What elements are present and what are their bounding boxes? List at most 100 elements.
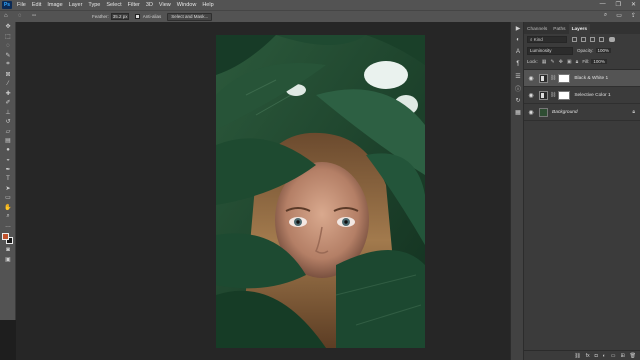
document-image[interactable] [216, 35, 425, 348]
tab-channels[interactable]: Channels [524, 24, 550, 34]
new-adjustment-layer-icon[interactable]: ◐ [603, 353, 606, 359]
link-chain-icon[interactable]: ⛓ [550, 92, 556, 98]
layer-name[interactable]: Background [552, 110, 578, 115]
layer-mask-thumbnail[interactable] [558, 73, 571, 83]
pixel-filter-icon[interactable] [572, 37, 577, 42]
link-layers-icon[interactable]: ⛓ [574, 353, 580, 359]
add-mask-icon[interactable]: ◘ [595, 353, 598, 359]
frame-tool-icon[interactable]: ⊠ [0, 70, 16, 80]
history-icon[interactable]: ↻ [511, 94, 525, 106]
link-chain-icon[interactable]: ⛓ [550, 75, 556, 81]
gradient-tool-icon[interactable]: ▤ [0, 136, 16, 146]
color-swatches[interactable] [0, 231, 16, 245]
tab-paths[interactable]: Paths [550, 24, 568, 34]
background-layer-thumbnail[interactable] [539, 107, 548, 117]
search-icon[interactable]: ⌕ [604, 12, 607, 19]
menu-edit[interactable]: Edit [29, 2, 44, 8]
feather-input[interactable]: 35.2 px [110, 13, 129, 20]
foreground-color-swatch[interactable] [2, 233, 9, 240]
restore-icon[interactable]: ❐ [616, 1, 621, 8]
info-icon[interactable]: ⓘ [511, 82, 525, 94]
pen-tool-icon[interactable]: ✒ [0, 165, 16, 175]
menu-view[interactable]: View [156, 2, 174, 8]
eraser-tool-icon[interactable]: ▱ [0, 127, 16, 137]
fx-icon[interactable]: fx [586, 353, 590, 359]
rectangle-tool-icon[interactable]: ▭ [0, 193, 16, 203]
paragraph-icon[interactable]: ¶ [511, 58, 525, 70]
quick-mask-icon[interactable]: ◙ [0, 245, 16, 255]
layer-row[interactable]: ◉ ⛓ Black & White 1 [524, 70, 640, 87]
lock-artboard-icon[interactable]: ▣ [567, 59, 572, 65]
anti-alias-checkbox[interactable] [134, 14, 140, 19]
lasso-tool-icon[interactable]: ◌ [18, 13, 28, 21]
clone-stamp-tool-icon[interactable]: ⊥ [0, 108, 16, 118]
lasso-tool-icon[interactable]: ◌ [0, 41, 16, 51]
properties-icon[interactable]: ☰ [511, 70, 525, 82]
eyedropper-tool-icon[interactable]: ⁄ [0, 79, 16, 89]
menu-window[interactable]: Window [174, 2, 200, 8]
healing-brush-tool-icon[interactable]: ✚ [0, 89, 16, 99]
hand-tool-icon[interactable]: ✋ [0, 203, 16, 213]
menu-select[interactable]: Select [103, 2, 124, 8]
menu-image[interactable]: Image [44, 2, 65, 8]
delete-layer-icon[interactable]: 🗑︎ [630, 353, 636, 359]
layer-mask-thumbnail[interactable] [558, 90, 571, 100]
filter-kind-select[interactable]: ⌕ Kind [527, 36, 567, 43]
menu-filter[interactable]: Filter [125, 2, 143, 8]
visibility-eye-icon[interactable]: ◉ [526, 109, 536, 116]
zoom-tool-icon[interactable]: ⌕ [0, 212, 16, 222]
layer-row[interactable]: ◉ Background 🔒︎ [524, 104, 640, 121]
workspace-icon[interactable]: ▭ [616, 12, 622, 19]
layer-row[interactable]: ◉ ⛓ Selective Color 1 [524, 87, 640, 104]
history-brush-tool-icon[interactable]: ↺ [0, 117, 16, 127]
type-filter-icon[interactable] [590, 37, 595, 42]
lock-paint-icon[interactable]: ✎ [551, 59, 555, 65]
play-icon[interactable]: ▶ [511, 22, 525, 34]
shape-filter-icon[interactable] [599, 37, 604, 42]
new-group-icon[interactable]: ▭ [611, 353, 616, 359]
visibility-eye-icon[interactable]: ◉ [526, 92, 536, 99]
menu-type[interactable]: Type [85, 2, 103, 8]
minimize-icon[interactable]: — [600, 1, 606, 8]
character-icon[interactable]: A [511, 46, 525, 58]
visibility-eye-icon[interactable]: ◉ [526, 75, 536, 82]
blend-mode-select[interactable]: Luminosity [527, 46, 573, 55]
blur-tool-icon[interactable]: ● [0, 146, 16, 156]
move-tool-icon[interactable]: ✥ [0, 22, 16, 32]
brush-tool-icon[interactable]: ✐ [0, 98, 16, 108]
quick-selection-tool-icon[interactable]: ✎ [0, 51, 16, 61]
marquee-tool-icon[interactable]: ⬚ [0, 32, 16, 42]
photoshop-logo[interactable]: Ps [2, 1, 12, 9]
adjustment-layer-icon[interactable] [539, 90, 548, 100]
fill-input[interactable]: 100% [591, 59, 607, 64]
lock-position-icon[interactable]: ✥ [559, 59, 563, 65]
layer-name[interactable]: Selective Color 1 [574, 93, 610, 98]
layer-name[interactable]: Black & White 1 [574, 76, 608, 81]
filter-toggle[interactable] [609, 37, 615, 42]
opacity-input[interactable]: 100% [595, 48, 612, 53]
screen-mode-icon[interactable]: ▣ [0, 255, 16, 265]
edit-toolbar-icon[interactable]: … [0, 222, 16, 232]
adjustments-icon[interactable]: ◐ [511, 34, 525, 46]
menu-help[interactable]: Help [199, 2, 216, 8]
swatches-icon[interactable]: ▦ [511, 106, 525, 118]
select-and-mask-button[interactable]: Select and Mask... [167, 12, 213, 21]
adjustment-filter-icon[interactable] [581, 37, 586, 42]
type-tool-icon[interactable]: T [0, 174, 16, 184]
selection-mode-icons[interactable]: ▫▫ [32, 13, 42, 21]
lock-pixels-icon[interactable]: ▦ [542, 59, 547, 65]
menu-3d[interactable]: 3D [143, 2, 156, 8]
new-layer-icon[interactable]: ⊞ [620, 353, 624, 359]
path-selection-tool-icon[interactable]: ➤ [0, 184, 16, 194]
lock-all-icon[interactable]: 🔒︎ [576, 59, 579, 65]
crop-tool-icon[interactable]: ⌗ [0, 60, 16, 70]
menu-layer[interactable]: Layer [66, 2, 86, 8]
home-icon[interactable]: ⌂ [4, 13, 14, 21]
menu-file[interactable]: File [14, 2, 29, 8]
share-icon[interactable]: ⇪ [631, 12, 636, 19]
adjustment-layer-icon[interactable] [539, 73, 548, 83]
tab-layers[interactable]: Layers [568, 24, 591, 34]
close-icon[interactable]: ✕ [631, 1, 636, 8]
canvas-area[interactable] [16, 22, 510, 360]
dodge-tool-icon[interactable]: ◒ [0, 155, 16, 165]
